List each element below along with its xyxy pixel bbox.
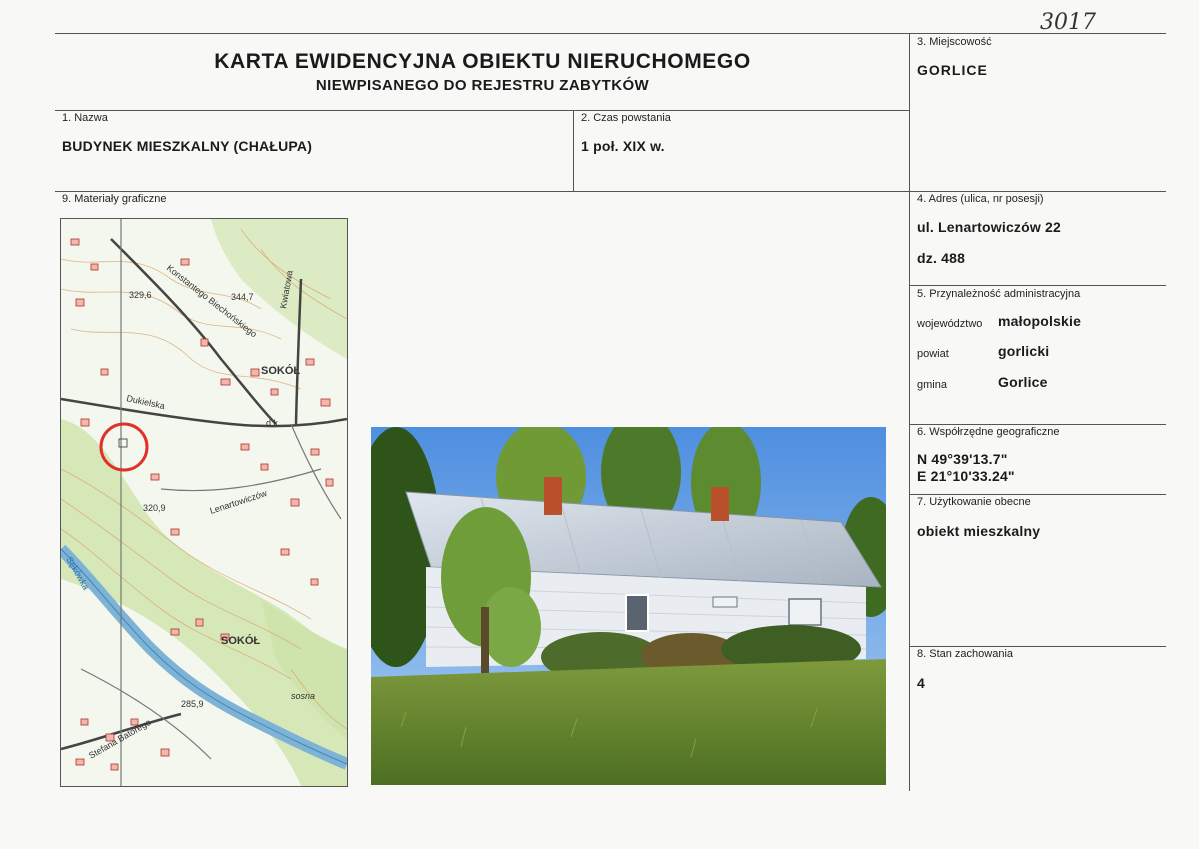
map-dk-label: d.k. bbox=[266, 418, 281, 428]
map-elevation-4: 285,9 bbox=[181, 699, 204, 709]
map-elevation-3: 320,9 bbox=[143, 503, 166, 513]
divider-row2 bbox=[55, 191, 1166, 192]
address-label: 4. Adres (ulica, nr posesji) bbox=[917, 193, 1044, 205]
name-value: BUDYNEK MIESZKALNY (CHAŁUPA) bbox=[62, 138, 313, 154]
map-sosna-label: sosna bbox=[291, 691, 315, 701]
right-column-border bbox=[909, 33, 910, 791]
topographic-map: 329,6 344,7 320,9 285,9 Konstantego Biec… bbox=[61, 219, 347, 786]
time-label: 2. Czas powstania bbox=[581, 112, 671, 124]
admin-label: 5. Przynależność administracyjna bbox=[917, 288, 1081, 300]
time-value: 1 poł. XIX w. bbox=[581, 138, 665, 154]
voivodeship-value: małopolskie bbox=[998, 313, 1082, 329]
page-subtitle: NIEWPISANEGO DO REJESTRU ZABYTKÓW bbox=[315, 77, 650, 94]
coords-label: 6. Współrzędne geograficzne bbox=[917, 426, 1060, 438]
divider-condition bbox=[909, 646, 1166, 647]
top-border bbox=[55, 33, 1166, 34]
map-place-sokol-1: SOKÓŁ bbox=[261, 364, 300, 377]
building-photo bbox=[371, 427, 886, 785]
address-plot: dz. 488 bbox=[917, 250, 966, 266]
divider-usage bbox=[909, 494, 1166, 495]
county-value: gorlicki bbox=[998, 343, 1050, 359]
commune-label: gmina bbox=[917, 379, 947, 391]
condition-value: 4 bbox=[917, 675, 925, 691]
county-label: powiat bbox=[917, 348, 949, 360]
handwritten-number: 3017 bbox=[1040, 10, 1096, 35]
address-street: ul. Lenartowiczów 22 bbox=[917, 219, 1062, 235]
map-elevation-1: 329,6 bbox=[129, 290, 152, 300]
coords-lon: E 21°10'33.24" bbox=[917, 468, 1015, 484]
divider-row1 bbox=[55, 110, 909, 111]
commune-value: Gorlice bbox=[998, 374, 1048, 390]
name-label: 1. Nazwa bbox=[62, 112, 108, 124]
usage-value: obiekt mieszkalny bbox=[917, 523, 1041, 539]
house-photograph bbox=[371, 427, 886, 785]
coords-lat: N 49°39'13.7" bbox=[917, 451, 1008, 467]
page-title: KARTA EWIDENCYJNA OBIEKTU NIERUCHOMEGO bbox=[214, 50, 751, 73]
map-place-sokol-2: SOKÓŁ bbox=[221, 634, 260, 647]
graphics-label: 9. Materiały graficzne bbox=[62, 193, 167, 205]
location-map: 329,6 344,7 320,9 285,9 Konstantego Biec… bbox=[60, 218, 348, 787]
voivodeship-label: województwo bbox=[917, 318, 983, 330]
locality-value: GORLICE bbox=[917, 62, 988, 78]
record-card: 3017 KARTA EWIDENCYJNA OBIEKTU NIERUCHOM… bbox=[0, 0, 1199, 849]
name-time-divider bbox=[573, 110, 574, 191]
divider-coords bbox=[909, 424, 1166, 425]
divider-admin bbox=[909, 285, 1166, 286]
map-elevation-2: 344,7 bbox=[231, 292, 254, 302]
usage-label: 7. Użytkowanie obecne bbox=[917, 496, 1031, 508]
locality-label: 3. Miejscowość bbox=[917, 36, 992, 48]
condition-label: 8. Stan zachowania bbox=[917, 648, 1014, 660]
